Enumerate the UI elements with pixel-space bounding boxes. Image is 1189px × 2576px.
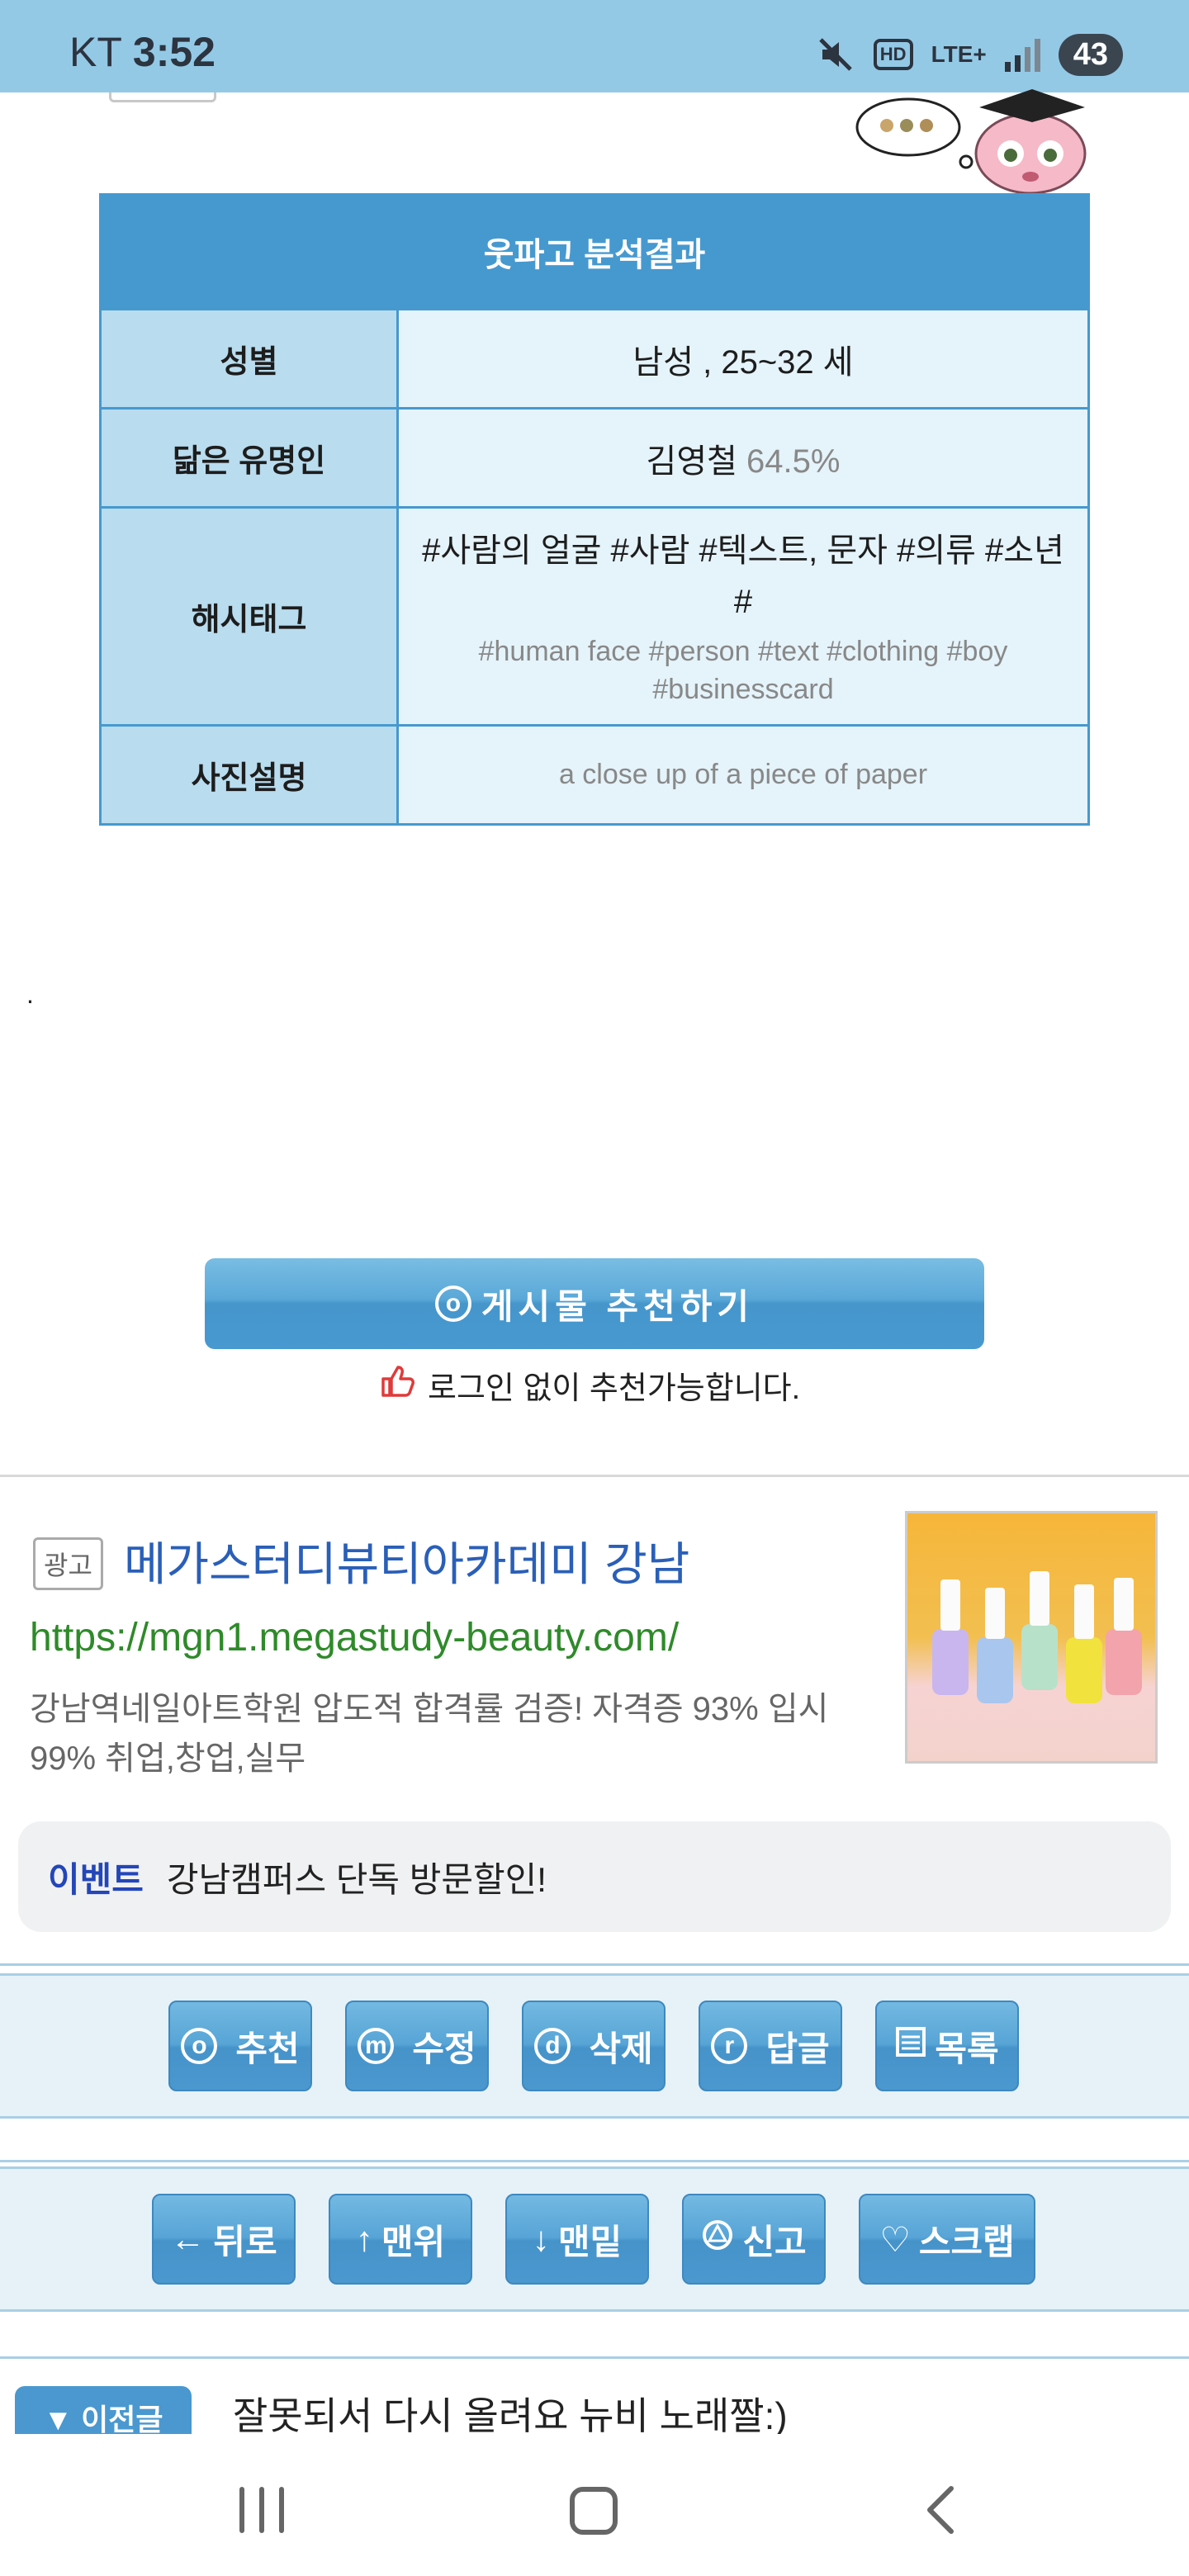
- recommend-post-button[interactable]: o 게시물 추천하기: [205, 1258, 984, 1349]
- signal-icon: [1004, 37, 1040, 72]
- arrow-down-icon: ↓: [532, 2219, 550, 2258]
- recommend-label: 게시물 추천하기: [481, 1286, 755, 1326]
- list-button[interactable]: 목록: [875, 2001, 1019, 2091]
- status-icons: HD LTE+ 43: [816, 30, 1123, 79]
- hashtags-english: #human face #person #text #clothing #boy…: [478, 635, 1008, 705]
- similarity-percent: 64.5%: [746, 443, 841, 480]
- event-tag: 이벤트: [48, 1859, 144, 1899]
- scroll-top-button[interactable]: ↑ 맨위: [329, 2194, 472, 2285]
- hd-voice-icon: HD: [873, 39, 913, 70]
- status-bar: KT 3:52 HD LTE+ 43: [0, 0, 1189, 92]
- action-label: 추천: [235, 2029, 300, 2068]
- row-label: 성별: [102, 310, 399, 407]
- battery-icon: 43: [1058, 33, 1123, 76]
- divider: [0, 1475, 1189, 1477]
- stray-dot: .: [26, 979, 34, 1009]
- carrier-label: KT: [69, 29, 121, 75]
- scroll-bottom-button[interactable]: ↓ 맨밑: [505, 2194, 649, 2285]
- row-label: 해시태그: [102, 509, 399, 724]
- report-button[interactable]: 신고: [682, 2194, 826, 2285]
- divider: [0, 1963, 1189, 1966]
- action-label: 맨밑: [557, 2222, 623, 2261]
- action-label: 목록: [935, 2029, 999, 2068]
- system-nav-bar: [0, 2434, 1189, 2576]
- analysis-row-description: 사진설명 a close up of a piece of paper: [102, 724, 1087, 823]
- divider: [0, 2356, 1189, 2359]
- m-circle-icon: m: [358, 2028, 395, 2064]
- o-circle-icon: o: [181, 2028, 218, 2064]
- analysis-table: 웃파고 분석결과 성별 남성 , 25~32 세 닮은 유명인 김영철 64.5…: [99, 193, 1090, 826]
- d-circle-icon: d: [534, 2028, 571, 2064]
- post-action-bar: o 추천 m 수정 d 삭제 r 답글 목록: [0, 1973, 1189, 2119]
- action-label: 수정: [412, 2029, 476, 2068]
- action-label: 답글: [765, 2029, 830, 2068]
- ad-url-link[interactable]: https://mgn1.megastudy-beauty.com/: [30, 1615, 679, 1660]
- ad-badge: 광고: [33, 1537, 103, 1590]
- divider: [0, 2160, 1189, 2162]
- recommend-circle-icon: o: [434, 1286, 471, 1322]
- previous-post-title[interactable]: 잘못되서 다시 올려요 뉴비 노래짤:): [233, 2386, 788, 2436]
- celebrity-name: 김영철: [646, 443, 737, 480]
- ad-event-banner[interactable]: 이벤트 강남캠퍼스 단독 방문할인!: [18, 1821, 1171, 1932]
- ad-title-link[interactable]: 메가스터디뷰티아카데미 강남: [124, 1527, 689, 1594]
- hashtags-korean: #사람의 얼굴 #사람 #텍스트, 문자 #의류 #소년 #: [422, 532, 1064, 620]
- arrow-up-icon: ↑: [355, 2219, 373, 2258]
- tab-edge: [109, 92, 216, 102]
- gender-age-value: 남성 , 25~32 세: [632, 343, 854, 381]
- scrap-button[interactable]: ♡ 스크랩: [859, 2194, 1035, 2285]
- analysis-title: 웃파고 분석결과: [102, 196, 1087, 308]
- carrier-time: KT 3:52: [69, 28, 216, 76]
- home-icon[interactable]: [570, 2487, 618, 2535]
- ad-description: 강남역네일아트학원 압도적 합격률 검증! 자격증 93% 입시 99% 취업,…: [30, 1691, 829, 1777]
- recommend-note-text: 로그인 없이 추천가능합니다.: [428, 1371, 801, 1406]
- mascot-illustration: [855, 86, 1095, 195]
- thumbs-up-icon: [380, 1364, 414, 1407]
- mute-icon: [816, 35, 855, 74]
- back-icon[interactable]: [915, 2484, 968, 2536]
- reply-button[interactable]: r 답글: [699, 2001, 842, 2091]
- heart-icon: ♡: [879, 2219, 911, 2259]
- event-text: 강남캠퍼스 단독 방문할인!: [166, 1859, 547, 1899]
- row-label: 사진설명: [102, 727, 399, 823]
- ad-image[interactable]: [905, 1511, 1158, 1764]
- celebrity-value: 김영철 64.5%: [647, 434, 841, 482]
- arrow-left-icon: ←: [170, 2219, 206, 2258]
- recommend-note: 로그인 없이 추천가능합니다.: [380, 1362, 800, 1408]
- navigation-action-bar: ← 뒤로 ↑ 맨위 ↓ 맨밑 신고 ♡ 스크랩: [0, 2166, 1189, 2312]
- r-circle-icon: r: [711, 2028, 748, 2064]
- delete-button[interactable]: d 삭제: [522, 2001, 666, 2091]
- analysis-row-hashtags: 해시태그 #사람의 얼굴 #사람 #텍스트, 문자 #의류 #소년 # #hum…: [102, 506, 1087, 724]
- lte-icon: LTE+: [931, 41, 987, 67]
- action-label: 뒤로: [213, 2222, 277, 2261]
- analysis-row-celebrity: 닮은 유명인 김영철 64.5%: [102, 407, 1087, 506]
- action-label: 삭제: [589, 2029, 653, 2068]
- action-label: 신고: [742, 2222, 807, 2261]
- previous-post-tab[interactable]: ▼ 이전글: [15, 2386, 192, 2436]
- list-icon: [895, 2026, 926, 2066]
- alert-icon: [701, 2218, 734, 2260]
- row-label: 닮은 유명인: [102, 410, 399, 506]
- action-label: 맨위: [381, 2222, 446, 2261]
- analysis-row-gender: 성별 남성 , 25~32 세: [102, 308, 1087, 407]
- recommend-button[interactable]: o 추천: [168, 2001, 312, 2091]
- back-button[interactable]: ← 뒤로: [152, 2194, 296, 2285]
- recent-apps-icon[interactable]: [239, 2487, 284, 2533]
- photo-description: a close up of a piece of paper: [558, 759, 928, 790]
- action-label: 스크랩: [918, 2222, 1015, 2261]
- clock: 3:52: [132, 29, 216, 75]
- edit-button[interactable]: m 수정: [345, 2001, 489, 2091]
